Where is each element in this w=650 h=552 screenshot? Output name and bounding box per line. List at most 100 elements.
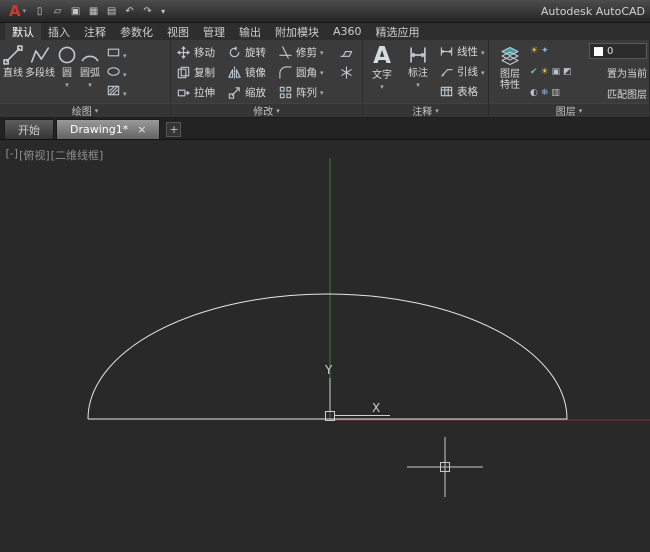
- redo-icon[interactable]: ↷: [139, 3, 156, 19]
- arc-geometry[interactable]: [87, 293, 568, 420]
- layer-off-icon[interactable]: ◐: [530, 88, 538, 98]
- array-icon: [278, 85, 293, 100]
- copy-icon: [176, 65, 191, 80]
- tool-polyline[interactable]: 多段线: [25, 40, 55, 103]
- tool-stretch[interactable]: 拉伸: [176, 85, 223, 100]
- file-tab-start[interactable]: 开始: [4, 119, 54, 139]
- tool-label: 线性: [457, 46, 478, 58]
- flyout-caret-icon: [416, 81, 420, 88]
- viewport-controls: [-] [俯视] [二维线框]: [5, 147, 104, 163]
- linear-dimension-icon: [439, 44, 454, 59]
- new-tab-button[interactable]: +: [166, 122, 182, 137]
- ribbon-tab-view[interactable]: 视图: [160, 23, 196, 40]
- tool-copy[interactable]: 复制: [176, 65, 223, 80]
- ribbon-tab-addins[interactable]: 附加模块: [268, 23, 326, 40]
- tool-leader[interactable]: 引线: [439, 63, 485, 81]
- panel-title-draw[interactable]: 绘图: [0, 103, 170, 117]
- tool-hatch[interactable]: [106, 83, 127, 98]
- tool-trim[interactable]: 修剪: [278, 45, 335, 60]
- tool-ellipse[interactable]: [106, 64, 127, 79]
- flyout-caret-icon: [380, 83, 384, 90]
- dimension-icon: [407, 44, 429, 66]
- model-space: Y X: [87, 158, 650, 497]
- flyout-caret-icon: [123, 43, 127, 62]
- line-icon: [2, 44, 24, 66]
- hatch-icon: [106, 83, 121, 98]
- tool-line[interactable]: 直线: [2, 40, 24, 103]
- drawing-canvas[interactable]: [-] [俯视] [二维线框] Y X: [0, 140, 650, 552]
- text-icon: A: [373, 43, 391, 69]
- viewport-visual-style-control[interactable]: [二维线框]: [50, 147, 104, 163]
- ribbon: 直线 多段线 圆 圆弧: [0, 40, 650, 118]
- tool-label: 表格: [457, 86, 478, 98]
- tool-label: 引线: [457, 66, 478, 78]
- tool-layer-properties[interactable]: 图层特性: [492, 41, 528, 103]
- tool-table[interactable]: 表格: [439, 83, 485, 101]
- tool-linear-dimension[interactable]: 线性: [439, 43, 485, 61]
- tool-label: 拉伸: [194, 86, 215, 99]
- panel-title-annotate[interactable]: 注释: [363, 103, 488, 117]
- ribbon-tab-annotate[interactable]: 注释: [77, 23, 113, 40]
- flyout-caret-icon: [88, 81, 92, 88]
- tool-move[interactable]: 移动: [176, 45, 223, 60]
- file-tab-label: Drawing1*: [70, 123, 129, 136]
- tool-scale[interactable]: 缩放: [227, 85, 274, 100]
- layer-bulb-icon[interactable]: ☀: [541, 67, 549, 77]
- ribbon-tab-manage[interactable]: 管理: [196, 23, 232, 40]
- toolbar-menu-caret-icon[interactable]: ▾: [157, 3, 169, 19]
- open-folder-icon[interactable]: ▱: [49, 3, 66, 19]
- tool-erase[interactable]: [339, 45, 355, 60]
- panel-title-label: 图层: [555, 107, 576, 117]
- file-tab-drawing1[interactable]: Drawing1* ×: [56, 119, 161, 139]
- match-layer-button[interactable]: 匹配图层: [607, 86, 647, 101]
- save-as-icon[interactable]: ▦: [85, 3, 102, 19]
- tool-explode[interactable]: [339, 65, 355, 80]
- tool-dimension[interactable]: 标注: [401, 40, 435, 103]
- tool-arc[interactable]: 圆弧: [79, 40, 101, 103]
- layer-select[interactable]: 0: [589, 43, 647, 59]
- tool-label: 圆: [62, 68, 72, 79]
- viewport-minimize-control[interactable]: [-]: [5, 147, 19, 163]
- ribbon-tab-output[interactable]: 输出: [232, 23, 268, 40]
- ribbon-tab-home[interactable]: 默认: [5, 23, 41, 40]
- tool-mirror[interactable]: 镜像: [227, 65, 274, 80]
- ribbon-tab-insert[interactable]: 插入: [41, 23, 77, 40]
- flyout-caret-icon: [65, 81, 69, 88]
- new-file-icon[interactable]: ▯: [31, 3, 48, 19]
- tool-text[interactable]: A 文字: [365, 40, 399, 103]
- trim-icon: [278, 45, 293, 60]
- save-icon[interactable]: ▣: [67, 3, 84, 19]
- layer-freeze-icon[interactable]: ✦: [541, 46, 549, 56]
- tool-label: 镜像: [245, 66, 266, 79]
- tool-rectangle[interactable]: [106, 45, 127, 60]
- layer-make-current-icon[interactable]: ✔: [530, 67, 538, 77]
- layer-walk-icon[interactable]: ▥: [551, 88, 560, 98]
- circle-icon: [56, 44, 78, 66]
- erase-icon: [339, 45, 354, 60]
- ucs-y-label: Y: [324, 363, 333, 377]
- tool-circle[interactable]: 圆: [56, 40, 78, 103]
- ribbon-tab-parametric[interactable]: 参数化: [113, 23, 160, 40]
- app-menu-button[interactable]: A ▾: [5, 3, 30, 19]
- layer-isolate-icon[interactable]: ◩: [563, 67, 572, 77]
- tool-rotate[interactable]: 旋转: [227, 45, 274, 60]
- flyout-caret-icon: [481, 66, 485, 78]
- tool-fillet[interactable]: 圆角: [278, 65, 335, 80]
- layer-on-icon[interactable]: ☀: [530, 46, 538, 56]
- undo-icon[interactable]: ↶: [121, 3, 138, 19]
- plot-icon[interactable]: ▤: [103, 3, 120, 19]
- ribbon-tab-featured-apps[interactable]: 精选应用: [369, 23, 427, 40]
- layer-lock-icon[interactable]: ▣: [552, 67, 561, 77]
- table-icon: [439, 84, 454, 99]
- panel-title-modify[interactable]: 修改: [171, 103, 362, 117]
- viewport-view-control[interactable]: [俯视]: [19, 147, 51, 163]
- close-icon[interactable]: ×: [137, 124, 146, 135]
- make-current-button[interactable]: 置为当前: [607, 65, 647, 80]
- ribbon-tab-a360[interactable]: A360: [326, 23, 369, 40]
- layer-thaw-icon[interactable]: ❄: [541, 88, 549, 98]
- layer-properties-icon: [499, 45, 521, 67]
- tool-label: 直线: [3, 68, 23, 79]
- crosshair-cursor: [407, 437, 483, 497]
- panel-title-layers[interactable]: 图层: [489, 103, 649, 117]
- tool-array[interactable]: 阵列: [278, 85, 335, 100]
